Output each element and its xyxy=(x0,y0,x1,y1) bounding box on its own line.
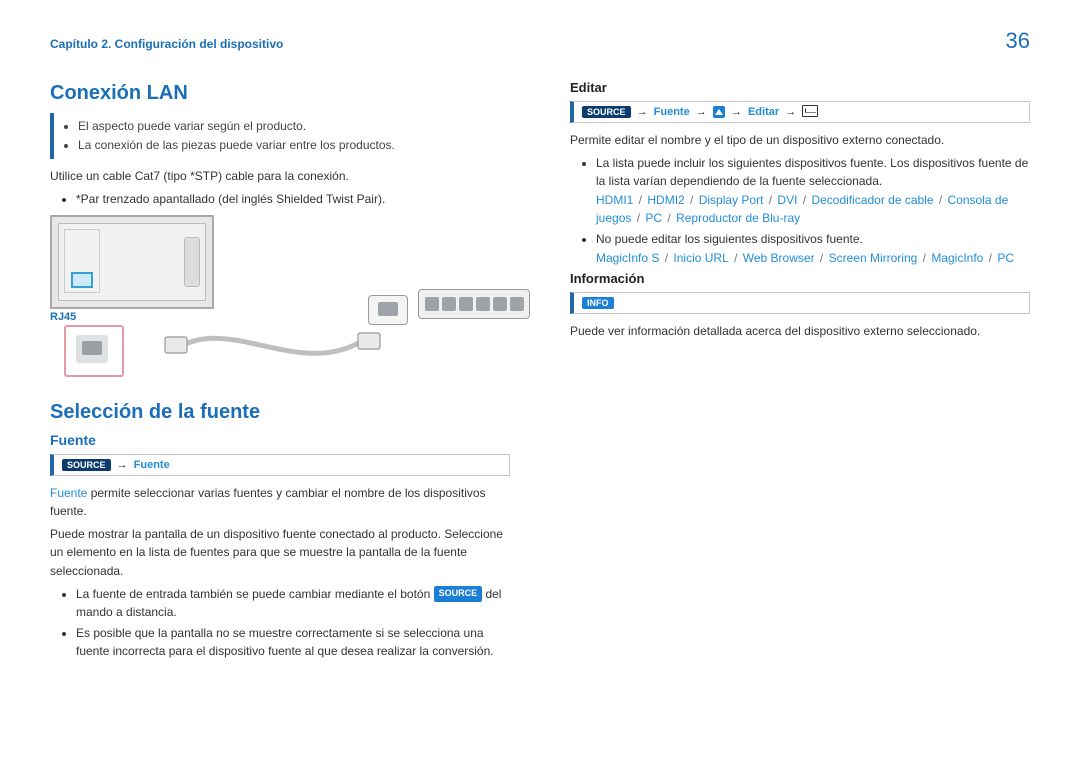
arrow-icon: → xyxy=(785,106,796,118)
editar-li-2-text: No puede editar los siguientes dispositi… xyxy=(596,232,863,246)
source-pill-inline: SOURCE xyxy=(434,586,483,602)
rj45-label: RJ45 xyxy=(50,311,76,323)
up-arrow-icon xyxy=(713,106,725,118)
editar-li-1-text: La lista puede incluir los siguientes di… xyxy=(596,156,1028,189)
editar-para: Permite editar el nombre y el tipo de un… xyxy=(570,131,1030,150)
rj45-port-icon xyxy=(76,335,108,363)
info-pill: INFO xyxy=(582,297,614,309)
info-nav-box: INFO xyxy=(570,292,1030,314)
editar-device-list-1: HDMI1 / HDMI2 / Display Port / DVI / Dec… xyxy=(596,193,1008,226)
nav-fuente: Fuente xyxy=(134,459,170,471)
dev-dvi: DVI xyxy=(777,193,797,207)
fuente-li-1: La fuente de entrada también se puede ca… xyxy=(76,585,510,622)
router-port xyxy=(476,297,490,311)
nav-fuente: Fuente xyxy=(654,106,690,118)
switch-small-icon xyxy=(368,295,408,325)
dev-magicinfo: MagicInfo xyxy=(931,251,983,265)
router-port xyxy=(510,297,524,311)
arrow-icon: → xyxy=(696,106,707,118)
fuente-para-2: Puede mostrar la pantalla de un disposit… xyxy=(50,525,510,581)
dev-hdmi1: HDMI1 xyxy=(596,193,633,207)
editar-nav-box: SOURCE → Fuente → → Editar → xyxy=(570,101,1030,123)
fuente-keyword: Fuente xyxy=(50,486,87,500)
arrow-icon: → xyxy=(731,106,742,118)
router-port xyxy=(493,297,507,311)
heading-conexion-lan: Conexión LAN xyxy=(50,82,510,105)
rj45-port-callout xyxy=(64,325,124,377)
fuente-para-1: Fuente permite seleccionar varias fuente… xyxy=(50,484,510,521)
dev-iniciourl: Inicio URL xyxy=(673,251,728,265)
dev-decod: Decodificador de cable xyxy=(811,193,933,207)
dev-bluray: Reproductor de Blu-ray xyxy=(676,211,800,225)
device-side-bar xyxy=(184,237,200,287)
fuente-li-1a: La fuente de entrada también se puede ca… xyxy=(76,587,434,601)
page-number: 36 xyxy=(1006,28,1030,54)
editar-li-1: La lista puede incluir los siguientes di… xyxy=(596,154,1030,228)
lan-diagram: RJ45 xyxy=(50,215,530,385)
fuente-li-2: Es posible que la pantalla no se muestre… xyxy=(76,624,510,661)
editar-device-list-2: MagicInfo S / Inicio URL / Web Browser /… xyxy=(596,251,1014,265)
subheading-editar: Editar xyxy=(570,80,1030,95)
lan-note-1: El aspecto puede variar según el product… xyxy=(78,117,502,136)
nav-editar: Editar xyxy=(748,106,779,118)
dev-magicinfos: MagicInfo S xyxy=(596,251,659,265)
lan-footnote: *Par trenzado apantallado (del inglés Sh… xyxy=(76,190,510,209)
enter-icon xyxy=(802,105,818,117)
lan-instruction: Utilice un cable Cat7 (tipo *STP) cable … xyxy=(50,167,510,186)
fuente-nav-box: SOURCE → Fuente xyxy=(50,454,510,476)
source-pill: SOURCE xyxy=(582,106,631,118)
heading-seleccion-fuente: Selección de la fuente xyxy=(50,401,510,424)
arrow-icon: → xyxy=(637,106,648,118)
device-vent xyxy=(64,229,100,293)
info-para: Puede ver información detallada acerca d… xyxy=(570,322,1030,341)
lan-note-box: El aspecto puede variar según el product… xyxy=(50,113,510,159)
device-rear-panel xyxy=(50,215,214,309)
fuente-para-1b: permite seleccionar varias fuentes y cam… xyxy=(50,486,486,519)
editar-li-2: No puede editar los siguientes dispositi… xyxy=(596,230,1030,267)
dev-hdmi2: HDMI2 xyxy=(647,193,684,207)
router-port xyxy=(425,297,439,311)
ethernet-cable xyxy=(160,307,390,377)
subheading-informacion: Información xyxy=(570,271,1030,286)
dev-displayport: Display Port xyxy=(699,193,764,207)
router-port xyxy=(459,297,473,311)
dev-webbrowser: Web Browser xyxy=(743,251,815,265)
source-pill: SOURCE xyxy=(62,459,111,471)
dev-pc: PC xyxy=(645,211,662,225)
subheading-fuente: Fuente xyxy=(50,432,510,448)
lan-note-2: La conexión de las piezas puede variar e… xyxy=(78,136,502,155)
arrow-icon: → xyxy=(117,459,128,471)
dev-pc2: PC xyxy=(997,251,1014,265)
chapter-label: Capítulo 2. Configuración del dispositiv… xyxy=(50,37,283,51)
router-port xyxy=(442,297,456,311)
router-icon xyxy=(418,289,530,319)
dev-screenmirroring: Screen Mirroring xyxy=(829,251,918,265)
